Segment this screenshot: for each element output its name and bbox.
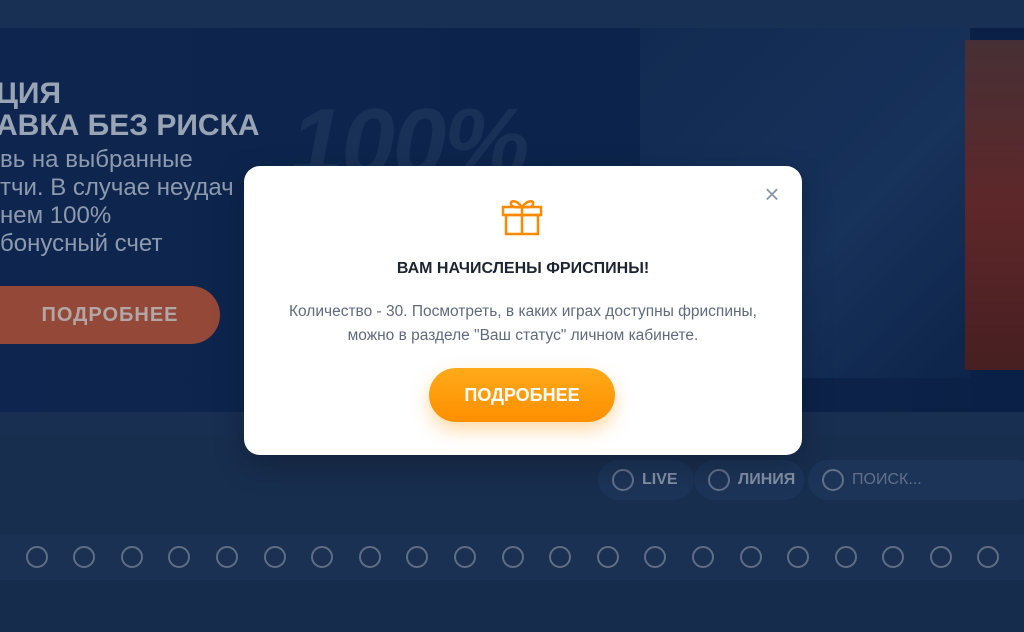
close-icon[interactable]: × (762, 181, 782, 207)
freespins-modal: × ВАМ НАЧИСЛЕНЫ ФРИСПИНЫ! Количество - 3… (244, 166, 802, 455)
modal-title: ВАМ НАЧИСЛЕНЫ ФРИСПИНЫ! (396, 260, 650, 277)
gift-icon (501, 200, 543, 236)
modal-details-button[interactable]: ПОДРОБНЕЕ (429, 368, 615, 422)
modal-text: Количество - 30. Посмотреть, в каких игр… (289, 303, 757, 344)
